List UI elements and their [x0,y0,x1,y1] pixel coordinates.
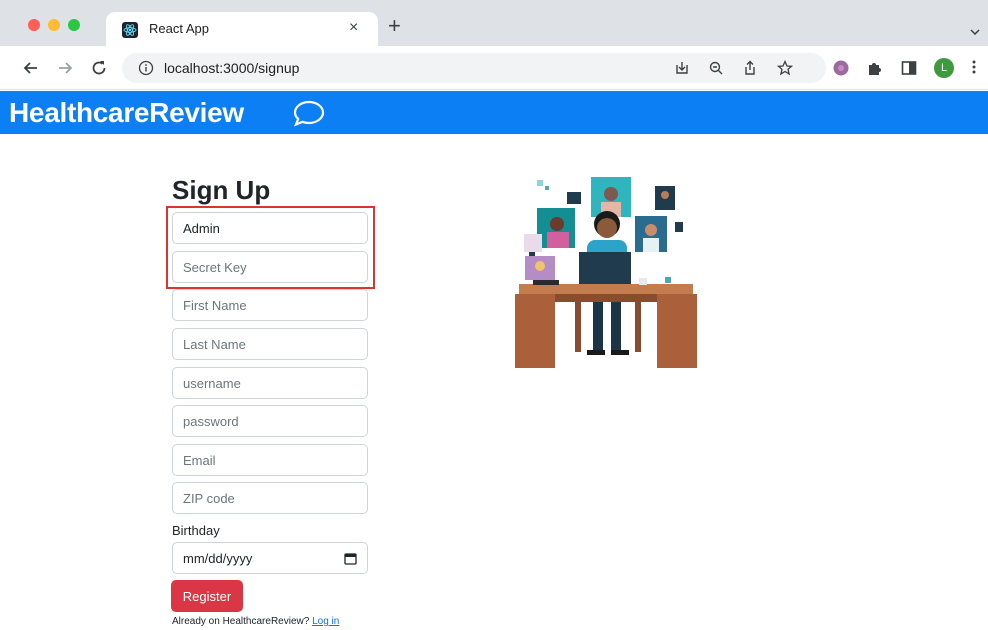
brand-logo[interactable]: HealthcareReview [9,97,244,129]
share-icon[interactable] [742,60,758,81]
minimize-window-button[interactable] [48,19,60,31]
highlight-box [166,206,375,289]
login-prompt: Already on HealthcareReview? Log in [172,616,339,627]
already-text: Already on HealthcareReview? [172,616,310,627]
maximize-window-button[interactable] [68,19,80,31]
first-name-field[interactable] [172,289,368,321]
forward-arrow-icon[interactable] [56,59,74,82]
profile-avatar[interactable]: L [934,58,954,78]
telehealth-illustration [515,177,697,368]
install-icon[interactable] [674,60,690,81]
side-panel-icon[interactable] [900,59,918,82]
url-text: localhost:3000/signup [164,60,300,76]
close-window-button[interactable] [28,19,40,31]
last-name-field[interactable] [172,328,368,360]
tab-search-chevron-icon[interactable] [970,22,980,40]
browser-tab-strip: React App × + [0,0,988,46]
info-icon[interactable] [138,60,154,81]
page-title: Sign Up [172,175,271,205]
browser-tab[interactable]: React App × [106,12,378,46]
react-favicon-icon [122,22,138,38]
browser-toolbar: localhost:3000/signup L [0,46,988,90]
birthday-date-text: mm/dd/yyyy [183,551,253,566]
register-button[interactable]: Register [171,580,243,612]
zoom-icon[interactable] [708,60,724,81]
tab-close-button[interactable]: × [349,19,358,37]
username-field[interactable] [172,367,368,399]
bookmark-star-icon[interactable] [776,59,794,81]
tab-title: React App [149,21,209,36]
login-link[interactable]: Log in [312,616,339,627]
reload-icon[interactable] [90,59,108,82]
birthday-date-field[interactable]: mm/dd/yyyy [172,542,368,574]
zip-code-field[interactable] [172,482,368,514]
chat-bubble-icon [292,99,326,132]
calendar-icon[interactable] [344,552,357,570]
email-field[interactable] [172,444,368,476]
password-field[interactable] [172,405,368,437]
address-bar[interactable]: localhost:3000/signup [122,53,826,83]
extension-icon[interactable] [832,59,850,82]
puzzle-icon[interactable] [866,59,884,82]
back-arrow-icon[interactable] [22,59,40,82]
birthday-label: Birthday [172,523,220,538]
app-navbar: HealthcareReview [0,91,988,134]
new-tab-button[interactable]: + [388,15,401,37]
kebab-menu-icon[interactable] [972,59,976,80]
